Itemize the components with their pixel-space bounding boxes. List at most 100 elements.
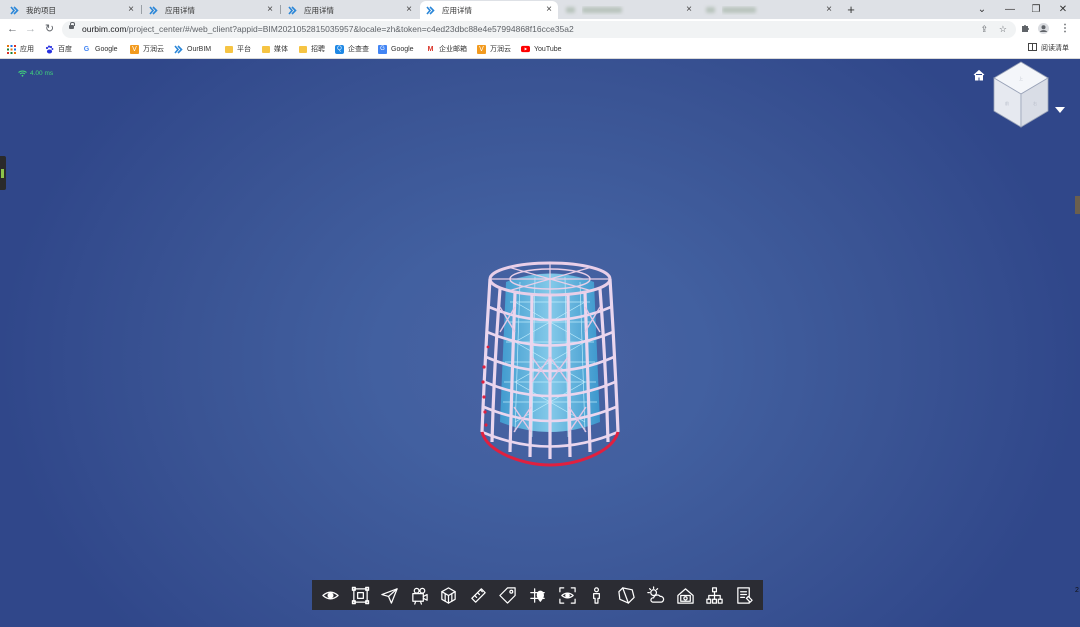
camera-icon[interactable] — [408, 584, 430, 606]
bookmark-enterprise-mail[interactable]: M 企业邮箱 — [426, 43, 467, 55]
close-icon[interactable]: × — [826, 5, 832, 15]
address-toolbar: ← → ↻ ourbim.com/project_center/#/web_cl… — [0, 19, 1080, 40]
ourbim-favicon-icon — [10, 5, 19, 15]
kebab-menu-icon[interactable]: ⋮ — [1060, 23, 1070, 34]
address-bar[interactable]: ourbim.com/project_center/#/web_client?a… — [62, 21, 1016, 38]
weather-icon[interactable] — [645, 584, 667, 606]
back-button[interactable]: ← — [5, 22, 20, 37]
bookmark-folder-recruit[interactable]: 招聘 — [298, 43, 325, 55]
youtube-icon — [521, 45, 530, 54]
bookmark-wanrun[interactable]: V 万润云 — [130, 43, 164, 55]
wifi-icon — [18, 70, 27, 77]
tab-obscured[interactable]: × — [560, 1, 698, 19]
roam-icon[interactable] — [379, 584, 401, 606]
bookmark-label: 招聘 — [311, 46, 325, 53]
model-box-icon[interactable] — [438, 584, 460, 606]
section-icon[interactable] — [615, 584, 637, 606]
view-icon[interactable] — [320, 584, 342, 606]
person-icon[interactable] — [586, 584, 608, 606]
tab-title: 我的项目 — [26, 5, 56, 15]
close-icon[interactable]: × — [128, 5, 134, 15]
tab-search-button[interactable]: ⌄ — [968, 0, 996, 19]
page-number: 2 — [1075, 587, 1079, 594]
reading-list-icon — [1028, 43, 1037, 53]
page-scrollbar-thumb[interactable] — [1075, 196, 1080, 214]
tree-icon[interactable] — [704, 584, 726, 606]
select-box-icon[interactable] — [349, 584, 371, 606]
tab-title: 应用详情 — [304, 5, 334, 15]
google-icon: G — [83, 45, 90, 53]
folder-icon — [224, 45, 233, 54]
home-view-icon[interactable] — [973, 69, 985, 81]
extension-icon[interactable] — [1020, 23, 1030, 36]
close-icon[interactable]: × — [406, 5, 412, 15]
restore-button[interactable]: ❐ — [1022, 0, 1050, 19]
tab-app-detail[interactable]: 应用详情 × — [282, 1, 418, 19]
view-cube[interactable]: 上 前 右 — [990, 59, 1052, 131]
minimize-button[interactable]: — — [996, 0, 1024, 19]
profile-icon[interactable] — [1038, 23, 1049, 37]
blurred-favicon-icon — [566, 6, 575, 15]
tab-separator — [280, 5, 281, 14]
close-icon[interactable]: × — [546, 5, 552, 15]
tag-icon[interactable] — [497, 584, 519, 606]
measure-icon[interactable] — [467, 584, 489, 606]
bookmark-label: 企查查 — [348, 46, 369, 53]
reading-list-button[interactable]: 阅读清单 — [1028, 43, 1069, 53]
bookmark-folder-media[interactable]: 媒体 — [261, 43, 288, 55]
properties-icon[interactable] — [733, 584, 755, 606]
bookmark-folder-platform[interactable]: 平台 — [224, 43, 251, 55]
close-icon[interactable]: × — [686, 5, 692, 15]
bookmark-qichacha[interactable]: Q 企查查 — [335, 43, 369, 55]
tab-obscured[interactable]: × — [700, 1, 838, 19]
bookmark-baidu[interactable]: 百度 — [45, 43, 72, 55]
view-cube-menu-icon[interactable] — [1055, 107, 1065, 113]
lock-icon[interactable] — [69, 22, 75, 29]
new-tab-button[interactable]: + — [843, 1, 859, 18]
tab-separator — [141, 5, 142, 14]
locate-icon[interactable] — [526, 584, 548, 606]
ourbim-favicon-icon — [288, 5, 297, 15]
network-latency: 4.00 ms — [18, 70, 53, 77]
bookmark-apps[interactable]: 应用 — [7, 43, 34, 55]
folder-icon — [298, 45, 307, 54]
url-text[interactable]: ourbim.com/project_center/#/web_client?a… — [82, 24, 574, 34]
tab-app-detail-active[interactable]: 应用详情 × — [420, 1, 558, 19]
bim-model-lattice-tower[interactable] — [470, 247, 630, 487]
star-icon[interactable]: ☆ — [999, 24, 1007, 35]
wanrun-icon: V — [130, 44, 139, 54]
close-icon[interactable]: × — [267, 5, 273, 15]
bim-viewer-canvas[interactable]: 4.00 ms 上 前 右 — [0, 59, 1080, 627]
gmail-icon: M — [427, 45, 434, 53]
viewer-toolbar — [312, 580, 763, 610]
window-close-button[interactable]: ✕ — [1049, 0, 1077, 19]
tab-my-projects[interactable]: 我的项目 × — [4, 1, 140, 19]
reload-button[interactable]: ↻ — [42, 22, 57, 37]
blurred-favicon-icon — [706, 6, 715, 15]
side-panel-handle[interactable] — [0, 156, 6, 190]
bookmark-youtube[interactable]: YouTube — [521, 43, 562, 55]
focus-view-icon[interactable] — [556, 584, 578, 606]
ourbim-favicon-icon — [149, 5, 158, 15]
bookmark-label: 百度 — [58, 46, 72, 53]
folder-icon — [261, 45, 270, 54]
url-host: ourbim.com — [82, 24, 127, 34]
bookmark-label: YouTube — [534, 45, 562, 53]
tab-title — [582, 6, 686, 15]
apps-grid-icon — [7, 44, 16, 54]
bookmark-label: Google — [391, 45, 414, 53]
svg-text:右: 右 — [1033, 100, 1037, 106]
screenshot-icon[interactable] — [674, 584, 696, 606]
svg-text:上: 上 — [1019, 75, 1023, 81]
tab-title — [722, 6, 826, 15]
latency-value: 4.00 ms — [30, 70, 54, 77]
share-icon[interactable]: ⇪ — [980, 24, 988, 35]
forward-button[interactable]: → — [23, 22, 38, 37]
bookmark-label: 应用 — [20, 46, 34, 53]
reading-list-label: 阅读清单 — [1041, 45, 1069, 52]
bookmark-google-translate[interactable]: G Google — [378, 43, 414, 55]
bookmark-wanrun-2[interactable]: V 万润云 — [477, 43, 511, 55]
bookmark-ourbim[interactable]: OurBIM — [174, 43, 211, 55]
tab-app-detail[interactable]: 应用详情 × — [143, 1, 279, 19]
bookmark-google[interactable]: G Google — [82, 43, 118, 55]
